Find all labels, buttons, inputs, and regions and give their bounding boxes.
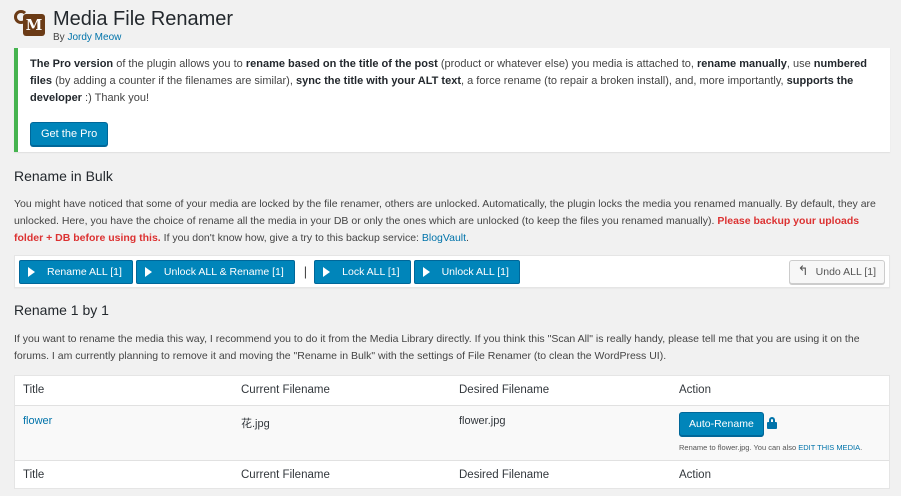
column-current-filename: Current Filename [241, 384, 330, 396]
author-link[interactable]: Jordy Meow [67, 32, 121, 43]
column-title: Title [23, 469, 45, 481]
pro-notice-text: The Pro version of the plugin allows you… [30, 58, 867, 104]
lock-icon[interactable] [767, 417, 777, 429]
undo-icon: ↰ [797, 264, 809, 279]
undo-all-button[interactable]: ↰ Undo ALL [1] [788, 259, 885, 284]
rename-hint: Rename to flower.jpg. You can also EDIT … [679, 443, 863, 452]
unlock-all-rename-button[interactable]: Unlock ALL & Rename [1] [135, 259, 295, 284]
column-action: Action [679, 469, 711, 481]
get-the-pro-button[interactable]: Get the Pro [30, 122, 109, 146]
bulk-actions-bar: Rename ALL [1] Unlock ALL & Rename [1] |… [14, 255, 890, 288]
rename-one-by-one-description: If you want to rename the media this way… [14, 333, 860, 362]
table-footer: Title Current Filename Desired Filename … [15, 460, 889, 490]
pro-notice: The Pro version of the plugin allows you… [14, 48, 890, 152]
play-icon [323, 266, 331, 277]
table-row: flower 花.jpg flower.jpg Auto-Rename Rena… [15, 406, 889, 460]
play-icon [144, 266, 152, 277]
rename-bulk-description: You might have noticed that some of your… [14, 198, 876, 244]
table-header: Title Current Filename Desired Filename … [15, 376, 889, 406]
media-table: Title Current Filename Desired Filename … [14, 375, 890, 489]
auto-rename-button[interactable]: Auto-Rename [679, 412, 764, 436]
play-icon [422, 266, 430, 277]
page-title: Media File Renamer [53, 8, 234, 30]
column-current-filename: Current Filename [241, 469, 330, 481]
desired-filename: flower.jpg [459, 415, 506, 427]
column-desired-filename: Desired Filename [459, 384, 550, 396]
column-desired-filename: Desired Filename [459, 469, 550, 481]
play-icon [28, 266, 35, 277]
lock-all-button[interactable]: Lock ALL [1] [314, 259, 411, 284]
blogvault-link[interactable]: BlogVault [422, 232, 466, 244]
column-title: Title [23, 384, 45, 396]
edit-media-link[interactable]: EDIT THIS MEDIA [798, 443, 860, 452]
rename-bulk-heading: Rename in Bulk [14, 168, 113, 184]
byline: By Jordy Meow [53, 32, 122, 43]
page-header: M Media File Renamer By Jordy Meow [14, 8, 233, 43]
rename-all-button[interactable]: Rename ALL [1] [19, 259, 133, 284]
rename-one-by-one-heading: Rename 1 by 1 [14, 302, 109, 318]
column-action: Action [679, 384, 711, 396]
button-separator: | [303, 264, 308, 279]
unlock-all-button[interactable]: Unlock ALL [1] [413, 259, 520, 284]
media-title-link[interactable]: flower [23, 415, 52, 427]
current-filename: 花.jpg [241, 418, 270, 430]
plugin-logo: M [14, 10, 45, 38]
